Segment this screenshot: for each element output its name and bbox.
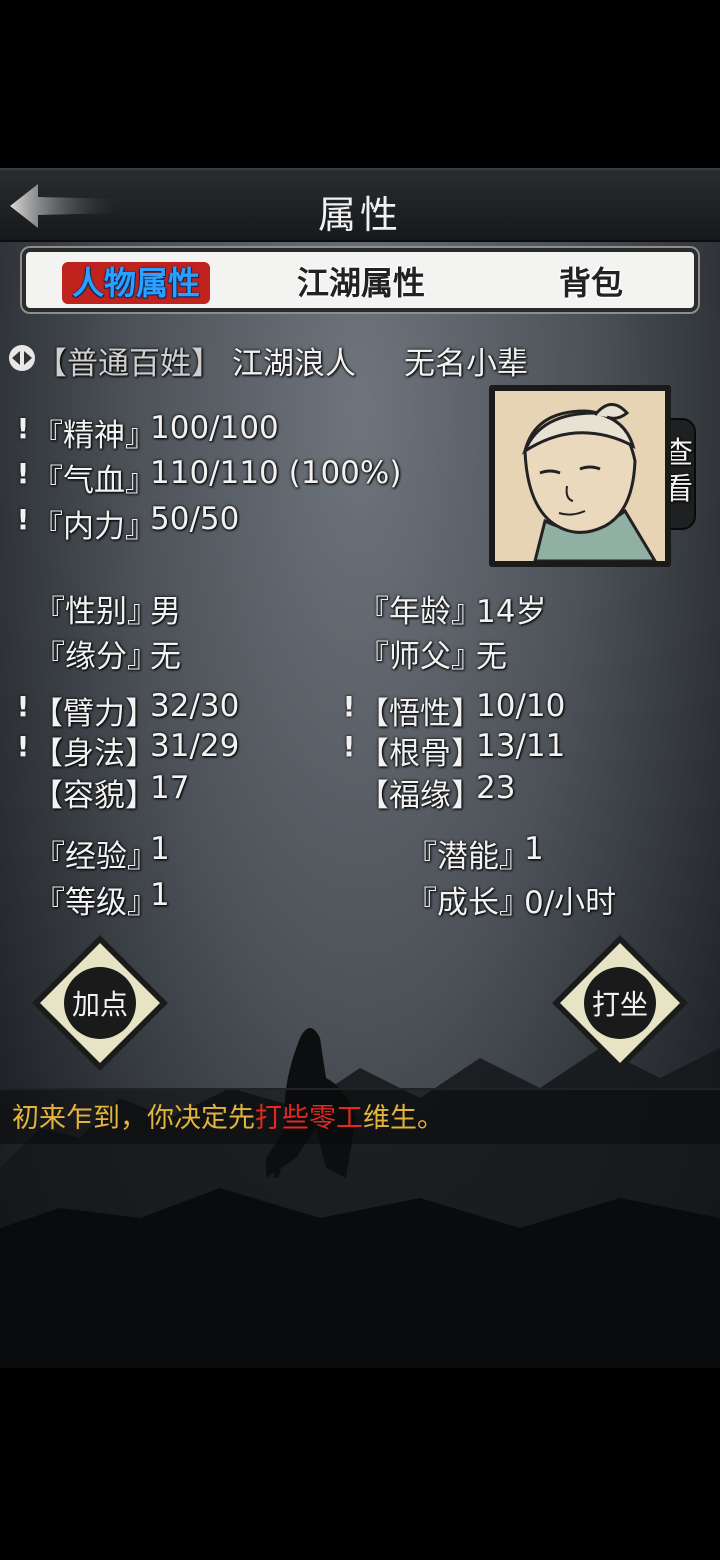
identity-class: 【普通百姓】 bbox=[36, 346, 222, 382]
exclamation-icon[interactable]: ! bbox=[340, 730, 358, 763]
meditate-button[interactable]: 打坐 bbox=[550, 933, 690, 1073]
luck-label: 【福缘】 bbox=[358, 778, 482, 814]
tab-jianghu-attributes[interactable]: 江湖属性 bbox=[286, 262, 436, 304]
looks-label: 【容貌】 bbox=[32, 778, 156, 814]
identity-title-2: 无名小辈 bbox=[404, 346, 528, 382]
screen: 属性 人物属性 江湖属性 背包 【普通百姓】 江湖浪人 无名小辈 ! 『精神』 … bbox=[0, 0, 720, 1560]
constitution-value: 13/11 bbox=[476, 728, 566, 764]
message-part-2: 维生。 bbox=[363, 1103, 444, 1134]
add-points-label: 加点 bbox=[71, 988, 128, 1021]
age-value: 14岁 bbox=[476, 594, 547, 630]
agility-label: 【身法】 bbox=[32, 736, 156, 772]
exclamation-icon[interactable]: ! bbox=[14, 412, 32, 445]
potential-label: 『潜能』 bbox=[406, 839, 530, 875]
fate-label: 『缘分』 bbox=[34, 639, 158, 675]
tab-bar: 人物属性 江湖属性 背包 bbox=[22, 248, 698, 312]
spirit-label: 『精神』 bbox=[32, 418, 156, 454]
tab-backpack[interactable]: 背包 bbox=[546, 262, 636, 304]
tab-character-attributes[interactable]: 人物属性 bbox=[62, 262, 210, 304]
looks-value: 17 bbox=[150, 770, 190, 806]
health-value: 110/110 (100%) bbox=[150, 455, 402, 491]
inner-power-value: 50/50 bbox=[150, 501, 240, 537]
inner-power-label: 『内力』 bbox=[32, 509, 156, 545]
gender-value: 男 bbox=[150, 594, 181, 630]
exclamation-icon[interactable]: ! bbox=[14, 690, 32, 723]
character-portrait bbox=[489, 385, 671, 567]
insight-value: 10/10 bbox=[476, 688, 566, 724]
luck-value: 23 bbox=[476, 770, 516, 806]
message-highlight: 打些零工 bbox=[255, 1103, 363, 1134]
character-face-illustration bbox=[495, 391, 665, 561]
add-points-button[interactable]: 加点 bbox=[30, 933, 170, 1073]
level-value: 1 bbox=[150, 877, 170, 913]
exp-value: 1 bbox=[150, 831, 170, 867]
exclamation-icon[interactable]: ! bbox=[14, 503, 32, 536]
gender-label: 『性别』 bbox=[34, 594, 158, 630]
meditate-label: 打坐 bbox=[591, 988, 648, 1021]
exclamation-icon[interactable]: ! bbox=[14, 730, 32, 763]
age-label: 『年龄』 bbox=[358, 594, 482, 630]
insight-label: 【悟性】 bbox=[358, 696, 482, 732]
level-label: 『等级』 bbox=[34, 885, 158, 921]
constitution-label: 【根骨】 bbox=[358, 736, 482, 772]
fate-value: 无 bbox=[150, 639, 181, 675]
exclamation-icon[interactable]: ! bbox=[340, 690, 358, 723]
strength-label: 【臂力】 bbox=[32, 696, 156, 732]
growth-label: 『成长』 bbox=[406, 885, 530, 921]
event-message: 初来乍到，你决定先打些零工维生。 bbox=[12, 1096, 444, 1135]
spirit-value: 100/100 bbox=[150, 410, 279, 446]
exp-label: 『经验』 bbox=[34, 839, 158, 875]
page-title: 属性 bbox=[317, 193, 402, 237]
master-label: 『师父』 bbox=[358, 639, 482, 675]
exclamation-icon[interactable]: ! bbox=[14, 457, 32, 490]
growth-value: 0/小时 bbox=[524, 885, 617, 921]
swap-icon[interactable] bbox=[8, 344, 36, 372]
agility-value: 31/29 bbox=[150, 728, 240, 764]
message-part-1: 初来乍到，你决定先 bbox=[12, 1103, 255, 1134]
identity-title-1: 江湖浪人 bbox=[232, 346, 356, 382]
potential-value: 1 bbox=[524, 831, 544, 867]
master-value: 无 bbox=[476, 639, 507, 675]
health-label: 『气血』 bbox=[32, 463, 156, 499]
strength-value: 32/30 bbox=[150, 688, 240, 724]
